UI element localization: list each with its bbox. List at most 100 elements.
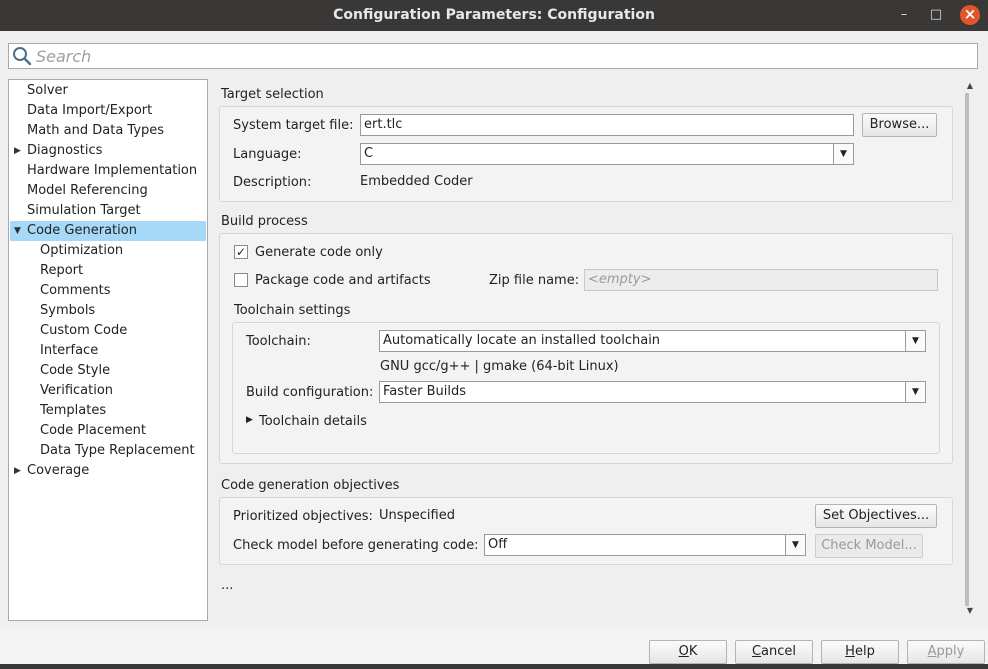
scroll-down-icon[interactable]: ▼ xyxy=(963,606,977,618)
description-value: Embedded Coder xyxy=(360,174,473,189)
generate-code-only-label[interactable]: Generate code only xyxy=(255,245,383,260)
chevron-down-icon[interactable]: ▼ xyxy=(785,535,805,555)
tree-item-label: Symbols xyxy=(40,303,96,318)
tree-item-code-placement[interactable]: Code Placement xyxy=(10,421,206,441)
tree-item-label: Code Placement xyxy=(40,423,146,438)
category-tree: Solver Data Import/Export Math and Data … xyxy=(8,79,208,621)
tree-item-report[interactable]: Report xyxy=(10,261,206,281)
tree-item-code-style[interactable]: Code Style xyxy=(10,361,206,381)
system-target-file-label: System target file: xyxy=(233,118,354,133)
tree-item-label: Model Referencing xyxy=(27,183,148,198)
build-process-title: Build process xyxy=(221,214,308,229)
help-label-rest: elp xyxy=(854,644,875,659)
build-configuration-label: Build configuration: xyxy=(246,385,374,400)
help-mnemonic: H xyxy=(845,644,855,659)
settings-panel: Target selection System target file: ert… xyxy=(212,79,962,621)
toolchain-detected: GNU gcc/g++ | gmake (64-bit Linux) xyxy=(380,359,619,374)
cancel-label-rest: ancel xyxy=(761,644,797,659)
tree-item-label: Code Style xyxy=(40,363,111,378)
tree-item-interface[interactable]: Interface xyxy=(10,341,206,361)
collapse-arrow-icon[interactable]: ▼ xyxy=(14,221,21,241)
maximize-button[interactable]: □ xyxy=(926,5,946,25)
scroll-up-icon[interactable]: ▲ xyxy=(963,81,977,93)
expand-arrow-icon[interactable]: ▶ xyxy=(14,461,21,481)
tree-item-label: Math and Data Types xyxy=(27,123,165,138)
toolchain-settings-title: Toolchain settings xyxy=(234,303,351,318)
language-label: Language: xyxy=(233,147,302,162)
tree-item-templates[interactable]: Templates xyxy=(10,401,206,421)
help-button[interactable]: Help xyxy=(821,640,899,664)
ok-mnemonic: O xyxy=(678,644,689,659)
package-code-label[interactable]: Package code and artifacts xyxy=(255,273,431,288)
tree-item-code-generation[interactable]: ▼ Code Generation xyxy=(10,221,206,241)
tree-item-comments[interactable]: Comments xyxy=(10,281,206,301)
tree-item-label: Data Import/Export xyxy=(27,103,153,118)
expand-arrow-icon[interactable]: ▶ xyxy=(14,141,21,161)
tree-item-label: Comments xyxy=(40,283,111,298)
build-configuration-select[interactable]: Faster Builds ▼ xyxy=(379,381,926,403)
target-selection-title: Target selection xyxy=(221,87,324,102)
cancel-mnemonic: C xyxy=(751,644,762,659)
zip-file-field: <empty> xyxy=(584,269,938,291)
tree-item-label: Optimization xyxy=(40,243,124,258)
generate-code-only-checkbox[interactable]: ✓ xyxy=(234,245,248,259)
prioritized-objectives-label: Prioritized objectives: xyxy=(233,509,373,524)
tree-item-label: Hardware Implementation xyxy=(27,163,198,178)
cancel-button[interactable]: Cancel xyxy=(735,640,813,664)
system-target-file-field[interactable]: ert.tlc xyxy=(360,114,854,136)
tree-item-label: Data Type Replacement xyxy=(40,443,195,458)
window-title: Configuration Parameters: Configuration xyxy=(333,7,655,23)
tree-item-label: Templates xyxy=(40,403,107,418)
language-select[interactable]: C ▼ xyxy=(360,143,854,165)
scrollbar-thumb[interactable] xyxy=(965,93,969,606)
chevron-down-icon[interactable]: ▼ xyxy=(905,331,925,351)
tree-item-label: Coverage xyxy=(27,463,90,478)
tree-item-hardware-implementation[interactable]: Hardware Implementation xyxy=(10,161,206,181)
toolchain-value: Automatically locate an installed toolch… xyxy=(383,333,661,348)
tree-item-coverage[interactable]: ▶ Coverage xyxy=(10,461,206,481)
tree-item-math-data-types[interactable]: Math and Data Types xyxy=(10,121,206,141)
ok-button[interactable]: OK xyxy=(649,640,727,664)
tree-item-label: Report xyxy=(40,263,84,278)
chevron-down-icon[interactable]: ▼ xyxy=(833,144,853,164)
browse-button[interactable]: Browse... xyxy=(862,113,937,137)
tree-item-optimization[interactable]: Optimization xyxy=(10,241,206,261)
tree-item-label: Custom Code xyxy=(40,323,128,338)
tree-item-verification[interactable]: Verification xyxy=(10,381,206,401)
tree-item-symbols[interactable]: Symbols xyxy=(10,301,206,321)
tree-item-model-referencing[interactable]: Model Referencing xyxy=(10,181,206,201)
tree-item-custom-code[interactable]: Custom Code xyxy=(10,321,206,341)
toolchain-select[interactable]: Automatically locate an installed toolch… xyxy=(379,330,926,352)
toolchain-details-expand-icon[interactable]: ▶ xyxy=(246,415,253,425)
tree-item-label: Verification xyxy=(40,383,114,398)
close-button[interactable]: × xyxy=(960,5,980,25)
tree-item-label: Code Generation xyxy=(27,223,137,238)
prioritized-objectives-value: Unspecified xyxy=(379,508,455,523)
minimize-button[interactable]: – xyxy=(894,5,914,25)
taskbar-edge xyxy=(0,664,988,669)
tree-item-simulation-target[interactable]: Simulation Target xyxy=(10,201,206,221)
search-icon xyxy=(13,47,32,66)
chevron-down-icon[interactable]: ▼ xyxy=(905,382,925,402)
description-label: Description: xyxy=(233,175,312,190)
check-model-button: Check Model... xyxy=(815,534,923,558)
apply-mnemonic: A xyxy=(927,644,937,659)
tree-item-label: Interface xyxy=(40,343,99,358)
tree-item-solver[interactable]: Solver xyxy=(10,81,206,101)
check-model-label: Check model before generating code: xyxy=(233,538,479,553)
more-indicator: ... xyxy=(221,578,234,593)
tree-item-label: Solver xyxy=(27,83,68,98)
tree-item-diagnostics[interactable]: ▶ Diagnostics xyxy=(10,141,206,161)
tree-item-label: Diagnostics xyxy=(27,143,103,158)
ok-label-rest: K xyxy=(688,644,698,659)
tree-item-data-type-replacement[interactable]: Data Type Replacement xyxy=(10,441,206,461)
search-input[interactable] xyxy=(36,44,966,68)
build-configuration-value: Faster Builds xyxy=(383,384,467,399)
check-model-value: Off xyxy=(488,537,508,552)
set-objectives-button[interactable]: Set Objectives... xyxy=(815,504,937,528)
check-model-select[interactable]: Off ▼ xyxy=(484,534,806,556)
toolchain-details-toggle[interactable]: Toolchain details xyxy=(259,414,367,429)
package-code-checkbox[interactable] xyxy=(234,273,248,287)
tree-item-data-import-export[interactable]: Data Import/Export xyxy=(10,101,206,121)
zip-file-label: Zip file name: xyxy=(489,273,580,288)
